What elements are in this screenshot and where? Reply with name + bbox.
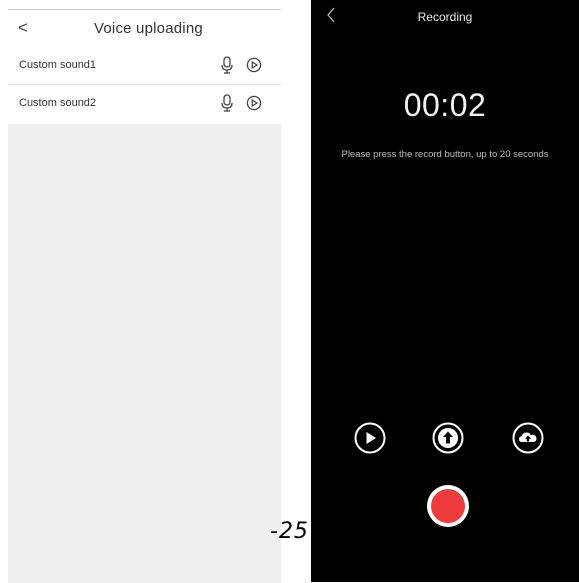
back-button[interactable]: <	[18, 18, 34, 38]
upload-button[interactable]	[432, 422, 464, 454]
play-circle-icon[interactable]	[246, 95, 262, 111]
play-circle-icon[interactable]	[246, 57, 262, 73]
play-icon	[366, 432, 376, 444]
list-item-label: Custom sound2	[19, 97, 97, 109]
header-bar: < Voice uploading	[8, 10, 281, 48]
list-item-custom-sound-1[interactable]: Custom sound1	[8, 48, 281, 85]
microphone-icon[interactable]	[220, 56, 234, 74]
list-item-label: Custom sound1	[19, 59, 97, 71]
recording-screen: Recording 00:02 Please press the record …	[311, 0, 579, 582]
microphone-icon[interactable]	[220, 94, 234, 112]
list-item-custom-sound-2[interactable]: Custom sound2	[8, 86, 281, 124]
voice-uploading-screen: < Voice uploading Custom sound1 Custom s…	[8, 9, 281, 583]
page-title: Recording	[417, 10, 473, 24]
recording-timer: 00:02	[403, 87, 487, 123]
page-title: Voice uploading	[94, 20, 203, 37]
play-button[interactable]	[354, 422, 386, 454]
record-indicator	[431, 489, 465, 523]
cloud-upload-button[interactable]	[512, 422, 544, 454]
handwritten-overlay-text: -25	[270, 519, 309, 544]
record-button[interactable]	[426, 484, 470, 528]
recording-hint: Please press the record button, up to 20…	[341, 149, 549, 160]
